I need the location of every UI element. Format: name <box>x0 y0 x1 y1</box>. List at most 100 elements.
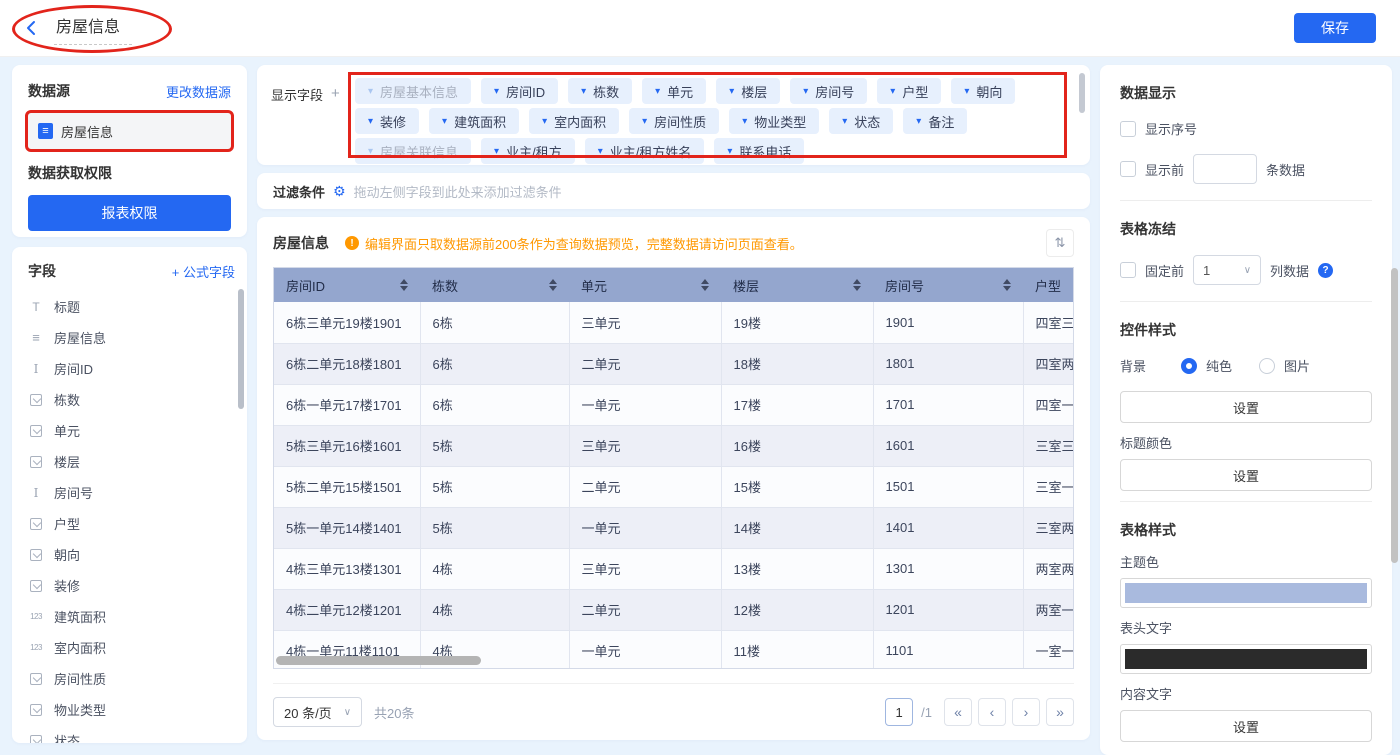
number-icon <box>28 609 44 625</box>
chevron-down-icon: ▾ <box>842 116 847 127</box>
table-row: 4栋三单元13楼13014栋三单元13楼1301两室两厅 <box>274 548 1074 589</box>
tag-label: 装修 <box>380 112 406 131</box>
column-header[interactable]: 房间ID <box>274 268 420 302</box>
background-set-button[interactable]: 设置 <box>1120 391 1372 423</box>
last-page-icon[interactable]: » <box>1046 698 1074 726</box>
column-header[interactable]: 户型 <box>1023 268 1074 302</box>
display-field-tag[interactable]: ▾状态 <box>829 108 893 134</box>
field-label: 房间号 <box>54 483 93 502</box>
display-field-tag[interactable]: ▾ 业主/租方姓名 <box>585 138 705 164</box>
table-cell: 一单元 <box>569 630 721 669</box>
first-page-icon[interactable]: « <box>944 698 972 726</box>
table-freeze-title: 表格冻结 <box>1120 219 1372 239</box>
field-label: 朝向 <box>54 545 80 564</box>
field-item[interactable]: 房间ID <box>28 353 235 384</box>
column-header[interactable]: 楼层 <box>721 268 873 302</box>
display-fields-label: 显示字段 <box>271 85 323 104</box>
sort-icon <box>701 279 709 291</box>
field-item[interactable]: 装修 <box>28 570 235 601</box>
report-permission-button[interactable]: 报表权限 <box>28 195 231 231</box>
form-icon <box>28 330 44 346</box>
field-item[interactable]: 物业类型 <box>28 694 235 725</box>
column-header[interactable]: 单元 <box>569 268 721 302</box>
table-cell: 5栋二单元15楼1501 <box>274 466 420 507</box>
title-color-set-button[interactable]: 设置 <box>1120 459 1372 491</box>
column-label: 栋数 <box>432 276 458 295</box>
datasource-item[interactable]: 房屋信息 <box>28 113 231 149</box>
divider <box>1120 200 1372 201</box>
field-item[interactable]: 栋数 <box>28 384 235 415</box>
tags-scrollbar[interactable] <box>1079 73 1085 113</box>
field-item[interactable]: 状态 <box>28 725 235 743</box>
display-field-tag[interactable]: ▾备注 <box>903 108 967 134</box>
horizontal-scrollbar[interactable] <box>276 656 481 665</box>
field-item[interactable]: 房间性质 <box>28 663 235 694</box>
display-field-tag[interactable]: ▾联系电话 <box>714 138 804 164</box>
title-icon <box>28 299 44 315</box>
filter-panel: 过滤条件 ⚙ 拖动左侧字段到此处来添加过滤条件 <box>257 173 1090 209</box>
fields-scrollbar[interactable] <box>238 289 244 409</box>
field-item[interactable]: 朝向 <box>28 539 235 570</box>
field-item[interactable]: 建筑面积 <box>28 601 235 632</box>
field-item[interactable]: 标题 <box>28 291 235 322</box>
display-field-tag[interactable]: ▾朝向 <box>951 78 1015 104</box>
tag-label: 业主/租方姓名 <box>610 142 692 161</box>
display-field-tag[interactable]: ▾楼层 <box>716 78 780 104</box>
field-item[interactable]: 户型 <box>28 508 235 539</box>
sort-toggle-icon[interactable]: ⇅ <box>1046 229 1074 257</box>
image-label: 图片 <box>1284 356 1310 375</box>
display-fields-panel: 显示字段 + ▾房屋基本信息▾房间ID▾栋数▾单元▾楼层▾房间号▾户型▾朝向▾装… <box>257 65 1090 165</box>
display-field-tag[interactable]: ▾业主/租方 <box>481 138 575 164</box>
display-field-tag[interactable]: ▾物业类型 <box>729 108 819 134</box>
display-field-tag[interactable]: ▾室内面积 <box>529 108 619 134</box>
field-item[interactable]: 单元 <box>28 415 235 446</box>
column-header[interactable]: 房间号 <box>873 268 1023 302</box>
help-icon[interactable]: ? <box>1318 263 1333 278</box>
display-field-tag[interactable]: ▾房屋基本信息 <box>355 78 471 104</box>
column-header-content: 户型 <box>1035 276 1074 295</box>
field-label: 房间性质 <box>54 669 106 688</box>
display-field-tag[interactable]: ▾装修 <box>355 108 419 134</box>
field-item[interactable]: 室内面积 <box>28 632 235 663</box>
content-text-set-button[interactable]: 设置 <box>1120 710 1372 742</box>
solid-color-radio[interactable] <box>1181 358 1197 374</box>
field-label: 户型 <box>54 514 80 533</box>
display-field-tag[interactable]: ▾户型 <box>877 78 941 104</box>
field-item[interactable]: 房间号 <box>28 477 235 508</box>
show-first-input[interactable] <box>1193 154 1257 184</box>
display-field-tag[interactable]: ▾房间号 <box>790 78 867 104</box>
prev-page-icon[interactable]: ‹ <box>978 698 1006 726</box>
image-radio[interactable] <box>1259 358 1275 374</box>
change-datasource-link[interactable]: 更改数据源 <box>166 82 231 101</box>
freeze-checkbox[interactable] <box>1120 262 1136 278</box>
next-page-icon[interactable]: › <box>1012 698 1040 726</box>
field-label: 房屋信息 <box>54 328 106 347</box>
show-first-checkbox[interactable] <box>1120 161 1136 177</box>
display-field-tag[interactable]: ▾建筑面积 <box>429 108 519 134</box>
theme-color-swatch[interactable] <box>1120 578 1372 608</box>
display-field-tag[interactable]: ▾房间性质 <box>629 108 719 134</box>
display-field-tag[interactable]: ▾房间ID <box>481 78 558 104</box>
display-field-tag[interactable]: ▾房屋关联信息 <box>355 138 471 164</box>
column-header[interactable]: 栋数 <box>420 268 569 302</box>
field-item[interactable]: 楼层 <box>28 446 235 477</box>
add-field-icon[interactable]: + <box>331 85 340 102</box>
show-index-label: 显示序号 <box>1145 119 1197 138</box>
solid-color-label: 纯色 <box>1206 356 1232 375</box>
page-size-select[interactable]: 20 条/页 ∨ <box>273 697 362 727</box>
display-field-tag[interactable]: ▾单元 <box>642 78 706 104</box>
field-item[interactable]: 房屋信息 <box>28 322 235 353</box>
freeze-count-select[interactable]: 1 ∨ <box>1193 255 1261 285</box>
show-index-checkbox[interactable] <box>1120 121 1136 137</box>
gear-icon[interactable]: ⚙ <box>333 184 346 198</box>
page-input[interactable] <box>885 698 913 726</box>
back-chevron-icon[interactable] <box>24 19 42 37</box>
page-scrollbar[interactable] <box>1391 268 1398 563</box>
page-title[interactable]: 房屋信息 <box>54 11 132 45</box>
pagination-nav: «‹›» <box>944 698 1074 726</box>
save-button[interactable]: 保存 <box>1294 13 1376 43</box>
display-field-tag[interactable]: ▾栋数 <box>568 78 632 104</box>
chevron-down-icon: ▾ <box>598 146 603 157</box>
header-text-swatch[interactable] <box>1120 644 1372 674</box>
add-formula-field-link[interactable]: + 公式字段 <box>172 262 235 281</box>
